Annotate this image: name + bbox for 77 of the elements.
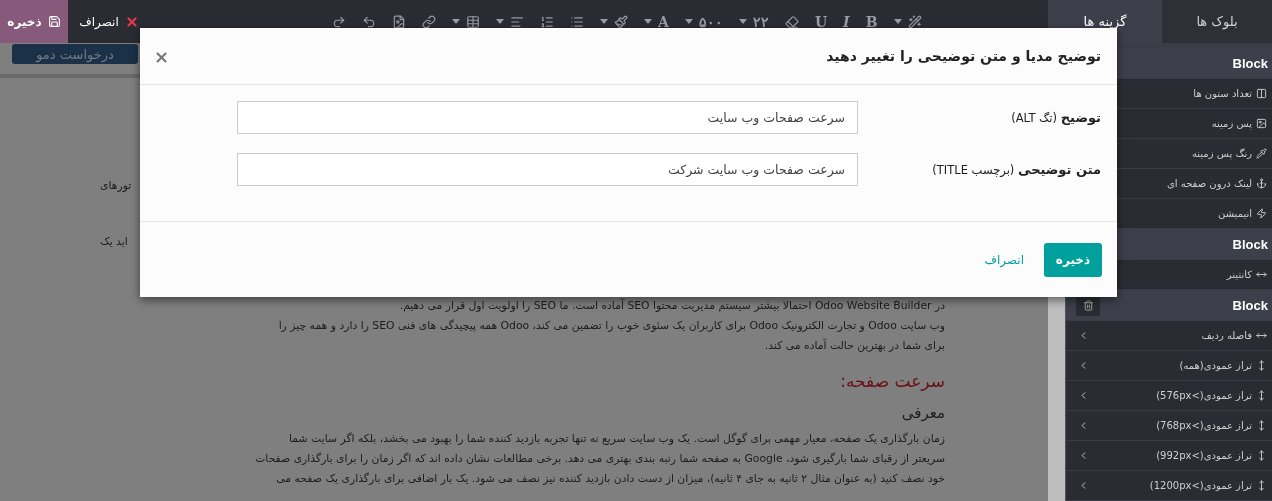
option-label: تراز عمودی(>576px) bbox=[1156, 390, 1252, 401]
link-icon bbox=[422, 14, 436, 29]
option-item[interactable]: تراز عمودی(>1200px) bbox=[1066, 471, 1272, 500]
option-label: پس زمینه bbox=[1211, 118, 1252, 129]
option-label: کانتینر bbox=[1226, 269, 1252, 280]
input-field[interactable]: سرعت صفحات وب سایت شرکت bbox=[237, 153, 858, 186]
paragraph-line: خود نصف کنید (به عنوان مثال ۲ ثانیه به جای ۴ ثانیه)، میزان از دست دادن بازدید کننده نیز نصف می شود. یک بار اضافی برای بارگذاری یک صفحه می bbox=[275, 471, 945, 487]
option-label: تراز عمودی(همه) bbox=[1179, 360, 1252, 371]
vertical-arrows-icon bbox=[1256, 480, 1267, 491]
cancel-button[interactable]: انصراف bbox=[68, 0, 150, 43]
caret-icon bbox=[600, 19, 608, 24]
redo-icon bbox=[332, 14, 346, 29]
option-label: تعداد ستون ها bbox=[1193, 88, 1252, 99]
option-item[interactable]: فاصله ردیف bbox=[1066, 321, 1272, 350]
option-label: تراز عمودی(>1200px) bbox=[1149, 480, 1252, 491]
caret-icon bbox=[684, 19, 693, 24]
lightning-icon bbox=[1256, 208, 1267, 219]
close-button[interactable]: × bbox=[154, 45, 170, 67]
caret-icon bbox=[738, 19, 747, 24]
columns-icon bbox=[1256, 88, 1267, 99]
block-title: Block bbox=[1232, 236, 1268, 252]
option-item[interactable]: تراز عمودی(>768px) bbox=[1066, 411, 1272, 440]
underline-button[interactable]: U bbox=[806, 6, 836, 37]
anchor-icon bbox=[1256, 178, 1267, 189]
caret-icon bbox=[452, 19, 460, 24]
save-button[interactable]: ذخیره bbox=[0, 0, 68, 43]
horizontal-arrows-icon bbox=[1256, 269, 1267, 280]
option-label: لینک درون صفحه ای bbox=[1167, 178, 1252, 189]
brush-icon bbox=[614, 14, 628, 29]
paragraph-line: برای شما در بهترین حالت آماده می کند. bbox=[763, 337, 945, 354]
paragraph-line: وب سایت Odoo و تجارت الکترونیک Odoo برای کاربران یک سئوی خوب را تضمین می کند، Odoo همه پیچیدگی های فنی SEO را دارد و همه چیز را bbox=[277, 318, 945, 334]
trash-icon bbox=[1082, 299, 1094, 311]
section-heading: سرعت صفحه: bbox=[839, 371, 945, 391]
close-icon bbox=[124, 14, 139, 29]
block-title: Block bbox=[1232, 55, 1268, 71]
font-color-button[interactable]: A bbox=[636, 6, 677, 37]
table-icon bbox=[466, 14, 480, 29]
caret-icon bbox=[496, 19, 504, 24]
image-icon bbox=[1256, 118, 1267, 129]
vertical-arrows-icon bbox=[1256, 450, 1267, 461]
block-title: Block bbox=[1232, 297, 1268, 313]
option-label: تراز عمودی(>768px) bbox=[1156, 420, 1252, 431]
horizontal-arrows-icon bbox=[1256, 330, 1267, 341]
option-label: فاصله ردیف bbox=[1201, 330, 1252, 341]
ordered-list-icon bbox=[540, 14, 554, 29]
magic-wand-icon bbox=[907, 14, 922, 29]
paragraph-line: زمان بارگذاری یک صفحه، معیار مهمی برای گوگل است. یک وب سایت سریع نه تنها تجربه بازدید کننده شما را بهبود می بخشد، بلکه اگر سایت شما bbox=[288, 431, 945, 447]
vertical-arrows-icon bbox=[1256, 360, 1267, 371]
align-icon bbox=[510, 14, 524, 29]
option-label: تراز عمودی(>992px) bbox=[1156, 450, 1252, 461]
save-icon bbox=[47, 15, 61, 28]
undo-icon bbox=[362, 14, 376, 29]
italic-button[interactable]: I bbox=[835, 6, 858, 37]
option-item[interactable]: تراز عمودی(>576px) bbox=[1066, 381, 1272, 410]
option-item[interactable]: تراز عمودی(همه) bbox=[1066, 351, 1272, 380]
font-size-button[interactable]: ۲۲ bbox=[730, 6, 777, 37]
caret-icon bbox=[893, 19, 902, 24]
sidebar-tab[interactable]: بلوک ها bbox=[1162, 0, 1272, 43]
input-field[interactable]: سرعت صفحات وب سایت bbox=[237, 101, 858, 134]
eraser-icon bbox=[784, 14, 799, 29]
option-item[interactable]: تراز عمودی(>992px) bbox=[1066, 441, 1272, 470]
eyedropper-icon bbox=[1256, 148, 1267, 159]
bullet-list-icon bbox=[570, 14, 584, 29]
vertical-arrows-icon bbox=[1256, 420, 1267, 431]
paragraph-line: در Odoo Website Builder احتمالا بیشتر سیستم مدیریت محتوا SEO آماده است. ما SEO را اولویت اول قرار می دهیم. bbox=[398, 297, 945, 314]
subheading: معرفی bbox=[900, 403, 945, 423]
paragraph-line: اید یک bbox=[100, 234, 129, 250]
paragraph-line: سریعتر از رقبای شما بارگیری شود، Google به صفحه شما رتبه بندی بهتری می دهد. برخی مطالعات نشان داده اند که اگر زمان را برای بارگذاری صفحات bbox=[254, 451, 945, 467]
bold-button[interactable]: B bbox=[857, 6, 886, 37]
caret-icon bbox=[644, 19, 652, 24]
font-weight-button[interactable]: ۵۰۰ bbox=[676, 6, 731, 37]
paragraph-line: تورهای bbox=[100, 178, 133, 194]
option-label: رنگ پس زمینه bbox=[1191, 148, 1252, 159]
dialog-title: توضیح مدیا و متن توضیحی را تغییر دهید bbox=[826, 48, 1101, 64]
option-label: انیمیشن bbox=[1218, 208, 1252, 219]
vertical-arrows-icon bbox=[1256, 390, 1267, 401]
image-icon bbox=[392, 14, 406, 29]
